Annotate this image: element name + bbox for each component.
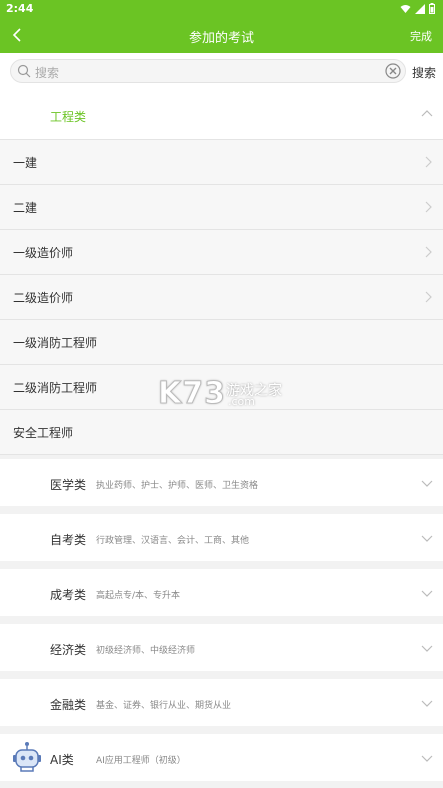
search-placeholder: 搜索 bbox=[35, 66, 60, 80]
chevron-right-icon bbox=[425, 291, 432, 303]
app-bar: 参加的考试 完成 bbox=[0, 18, 443, 53]
sub-item-label: 一级造价师 bbox=[13, 246, 74, 260]
group-header-engineering[interactable]: 工程类 bbox=[0, 91, 443, 140]
clear-icon[interactable] bbox=[385, 63, 401, 79]
group-header[interactable]: 医学类 执业药师、护士、护师、医师、卫生资格 bbox=[0, 459, 443, 506]
group-desc: 基金、证券、银行从业、期货从业 bbox=[96, 701, 232, 711]
sub-item-label: 一级消防工程师 bbox=[13, 336, 98, 350]
sub-item-label: 二级消防工程师 bbox=[13, 381, 98, 395]
signal-icon bbox=[415, 3, 425, 14]
watermark-logo: K73 游戏之家 .com bbox=[158, 376, 283, 412]
group-header[interactable]: 自考类 行政管理、汉语言、会计、工商、其他 bbox=[0, 514, 443, 561]
sub-item-label: 安全工程师 bbox=[13, 426, 74, 440]
group-name: 经济类 bbox=[50, 643, 87, 657]
chevron-down-icon bbox=[421, 480, 433, 487]
group-desc: 初级经济师、中级经济师 bbox=[96, 646, 196, 656]
group-name: AI类 bbox=[50, 753, 74, 767]
page-title: 参加的考试 bbox=[188, 31, 254, 46]
group-desc: AI应用工程师（初级） bbox=[96, 756, 186, 766]
chevron-down-icon bbox=[421, 645, 433, 652]
status-time: 2:44 bbox=[6, 2, 34, 15]
chevron-right-icon bbox=[425, 201, 432, 213]
group-desc: 执业药师、护士、护师、医师、卫生资格 bbox=[96, 481, 259, 491]
sub-item-label: 一建 bbox=[13, 156, 38, 170]
sub-item[interactable]: 二级造价师 bbox=[0, 275, 443, 320]
status-icons bbox=[400, 3, 435, 14]
wifi-icon bbox=[400, 4, 411, 13]
chevron-down-icon bbox=[421, 590, 433, 597]
group-name: 工程类 bbox=[50, 110, 87, 124]
robot-icon bbox=[13, 742, 41, 772]
sub-item[interactable]: 一级造价师 bbox=[0, 230, 443, 275]
group-header[interactable]: 经济类 初级经济师、中级经济师 bbox=[0, 624, 443, 671]
sub-item-label: 二级造价师 bbox=[13, 291, 74, 305]
chevron-up-icon bbox=[421, 110, 433, 117]
group-name: 成考类 bbox=[50, 588, 87, 602]
sub-item[interactable]: 一建 bbox=[0, 140, 443, 185]
watermark-domain: .com bbox=[228, 395, 255, 408]
chevron-down-icon bbox=[421, 535, 433, 542]
sub-item[interactable]: 一级消防工程师 bbox=[0, 320, 443, 365]
chevron-down-icon bbox=[421, 755, 433, 762]
group-desc: 行政管理、汉语言、会计、工商、其他 bbox=[96, 536, 250, 546]
sub-item[interactable]: 二建 bbox=[0, 185, 443, 230]
chevron-right-icon bbox=[425, 246, 432, 258]
search-input[interactable]: 搜索 bbox=[10, 59, 406, 83]
group-name: 金融类 bbox=[50, 698, 87, 712]
sub-item-label: 二建 bbox=[13, 201, 38, 215]
chevron-down-icon bbox=[421, 700, 433, 707]
group-name: 医学类 bbox=[50, 478, 87, 492]
watermark-k73: K73 bbox=[158, 376, 226, 412]
search-button[interactable]: 搜索 bbox=[412, 64, 436, 81]
group-header[interactable]: 成考类 高起点专/本、专升本 bbox=[0, 569, 443, 616]
group-name: 自考类 bbox=[50, 533, 87, 547]
sub-item[interactable]: 安全工程师 bbox=[0, 410, 443, 455]
group-desc: 高起点专/本、专升本 bbox=[96, 591, 181, 601]
group-header[interactable]: 金融类 基金、证券、银行从业、期货从业 bbox=[0, 679, 443, 726]
done-button[interactable]: 完成 bbox=[410, 28, 432, 44]
group-header[interactable]: AI类 AI应用工程师（初级） bbox=[0, 734, 443, 781]
chevron-right-icon bbox=[425, 156, 432, 168]
search-icon bbox=[17, 64, 31, 78]
search-row: 搜索 搜索 bbox=[0, 53, 443, 91]
status-bar: 2:44 bbox=[0, 0, 443, 18]
battery-icon bbox=[429, 3, 435, 14]
